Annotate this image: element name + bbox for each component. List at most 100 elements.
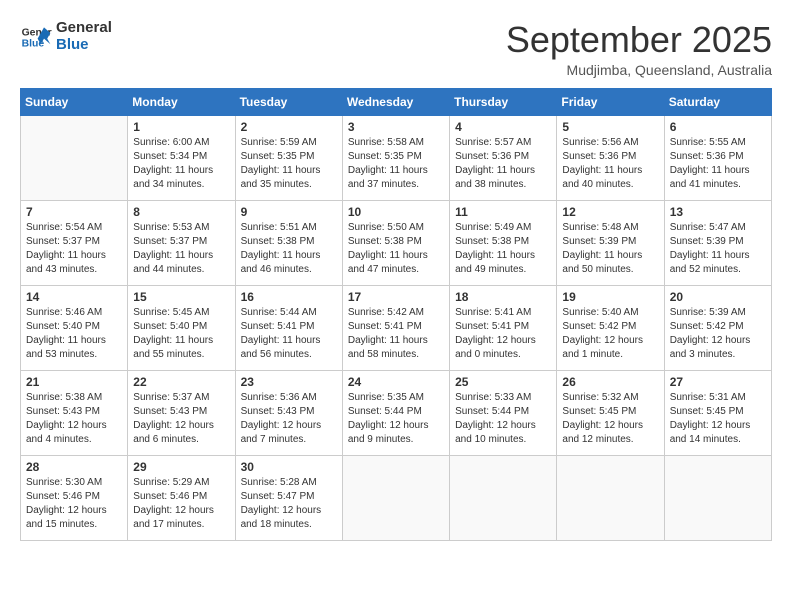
calendar-cell: 22 Sunrise: 5:37 AM Sunset: 5:43 PM Dayli… xyxy=(128,370,235,455)
day-info: Sunrise: 5:35 AM Sunset: 5:44 PM Dayligh… xyxy=(348,391,444,447)
day-info: Sunrise: 5:45 AM Sunset: 5:40 PM Dayligh… xyxy=(133,306,229,362)
day-number: 9 xyxy=(241,205,337,219)
day-number: 28 xyxy=(26,460,122,474)
day-header-thursday: Thursday xyxy=(450,88,557,115)
day-number: 17 xyxy=(348,290,444,304)
week-row-4: 21 Sunrise: 5:38 AM Sunset: 5:43 PM Dayli… xyxy=(21,370,772,455)
day-info: Sunrise: 5:53 AM Sunset: 5:37 PM Dayligh… xyxy=(133,221,229,277)
calendar-cell: 19 Sunrise: 5:40 AM Sunset: 5:42 PM Dayli… xyxy=(557,285,664,370)
day-number: 22 xyxy=(133,375,229,389)
calendar-cell: 8Sunrise: 5:53 AM Sunset: 5:37 PM Daylig… xyxy=(128,200,235,285)
week-row-3: 14 Sunrise: 5:46 AM Sunset: 5:40 PM Dayli… xyxy=(21,285,772,370)
calendar-cell: 5 Sunrise: 5:56 AM Sunset: 5:36 PM Daylig… xyxy=(557,115,664,200)
day-info: Sunrise: 5:58 AM Sunset: 5:35 PM Dayligh… xyxy=(348,136,444,192)
day-info: Sunrise: 5:54 AM Sunset: 5:37 PM Dayligh… xyxy=(26,221,122,277)
calendar-cell: 6Sunrise: 5:55 AM Sunset: 5:36 PM Daylig… xyxy=(664,115,771,200)
day-number: 1 xyxy=(133,120,229,134)
calendar-cell: 14 Sunrise: 5:46 AM Sunset: 5:40 PM Dayli… xyxy=(21,285,128,370)
day-info: Sunrise: 5:51 AM Sunset: 5:38 PM Dayligh… xyxy=(241,221,337,277)
calendar-cell: 1 Sunrise: 6:00 AM Sunset: 5:34 PM Daylig… xyxy=(128,115,235,200)
calendar-cell: 15 Sunrise: 5:45 AM Sunset: 5:40 PM Dayli… xyxy=(128,285,235,370)
month-title: September 2025 xyxy=(506,20,772,60)
calendar-cell xyxy=(21,115,128,200)
calendar-cell: 4 Sunrise: 5:57 AM Sunset: 5:36 PM Daylig… xyxy=(450,115,557,200)
day-number: 20 xyxy=(670,290,766,304)
day-info: Sunrise: 5:42 AM Sunset: 5:41 PM Dayligh… xyxy=(348,306,444,362)
calendar-cell xyxy=(664,455,771,540)
calendar-cell: 28 Sunrise: 5:30 AM Sunset: 5:46 PM Dayli… xyxy=(21,455,128,540)
logo: General Blue General Blue xyxy=(20,20,112,53)
day-header-wednesday: Wednesday xyxy=(342,88,449,115)
day-header-tuesday: Tuesday xyxy=(235,88,342,115)
page-header: General Blue General Blue September 2025… xyxy=(20,20,772,78)
calendar-cell: 27Sunrise: 5:31 AM Sunset: 5:45 PM Dayli… xyxy=(664,370,771,455)
title-block: September 2025 Mudjimba, Queensland, Aus… xyxy=(506,20,772,78)
day-info: Sunrise: 5:48 AM Sunset: 5:39 PM Dayligh… xyxy=(562,221,658,277)
day-number: 2 xyxy=(241,120,337,134)
day-number: 27 xyxy=(670,375,766,389)
day-number: 11 xyxy=(455,205,551,219)
day-info: Sunrise: 5:33 AM Sunset: 5:44 PM Dayligh… xyxy=(455,391,551,447)
calendar-header-row: SundayMondayTuesdayWednesdayThursdayFrid… xyxy=(21,88,772,115)
logo-line2: Blue xyxy=(56,37,112,54)
calendar-cell: 12 Sunrise: 5:48 AM Sunset: 5:39 PM Dayli… xyxy=(557,200,664,285)
day-info: Sunrise: 5:57 AM Sunset: 5:36 PM Dayligh… xyxy=(455,136,551,192)
day-info: Sunrise: 5:38 AM Sunset: 5:43 PM Dayligh… xyxy=(26,391,122,447)
calendar-cell: 25 Sunrise: 5:33 AM Sunset: 5:44 PM Dayli… xyxy=(450,370,557,455)
day-number: 5 xyxy=(562,120,658,134)
day-info: Sunrise: 5:47 AM Sunset: 5:39 PM Dayligh… xyxy=(670,221,766,277)
day-number: 4 xyxy=(455,120,551,134)
day-header-sunday: Sunday xyxy=(21,88,128,115)
day-number: 15 xyxy=(133,290,229,304)
day-info: Sunrise: 5:37 AM Sunset: 5:43 PM Dayligh… xyxy=(133,391,229,447)
calendar-cell: 24 Sunrise: 5:35 AM Sunset: 5:44 PM Dayli… xyxy=(342,370,449,455)
day-number: 23 xyxy=(241,375,337,389)
day-number: 6 xyxy=(670,120,766,134)
calendar-cell xyxy=(450,455,557,540)
day-info: Sunrise: 5:36 AM Sunset: 5:43 PM Dayligh… xyxy=(241,391,337,447)
day-info: Sunrise: 5:44 AM Sunset: 5:41 PM Dayligh… xyxy=(241,306,337,362)
day-info: Sunrise: 5:59 AM Sunset: 5:35 PM Dayligh… xyxy=(241,136,337,192)
week-row-1: 1 Sunrise: 6:00 AM Sunset: 5:34 PM Daylig… xyxy=(21,115,772,200)
calendar-cell: 26Sunrise: 5:32 AM Sunset: 5:45 PM Dayli… xyxy=(557,370,664,455)
day-number: 10 xyxy=(348,205,444,219)
calendar-cell: 3 Sunrise: 5:58 AM Sunset: 5:35 PM Daylig… xyxy=(342,115,449,200)
calendar-cell: 20 Sunrise: 5:39 AM Sunset: 5:42 PM Dayli… xyxy=(664,285,771,370)
day-info: Sunrise: 5:41 AM Sunset: 5:41 PM Dayligh… xyxy=(455,306,551,362)
logo-icon: General Blue xyxy=(20,21,52,53)
day-header-monday: Monday xyxy=(128,88,235,115)
calendar-cell: 2 Sunrise: 5:59 AM Sunset: 5:35 PM Daylig… xyxy=(235,115,342,200)
calendar-cell: 21 Sunrise: 5:38 AM Sunset: 5:43 PM Dayli… xyxy=(21,370,128,455)
day-info: Sunrise: 5:50 AM Sunset: 5:38 PM Dayligh… xyxy=(348,221,444,277)
day-number: 12 xyxy=(562,205,658,219)
logo-line1: General xyxy=(56,20,112,37)
calendar-cell: 30Sunrise: 5:28 AM Sunset: 5:47 PM Dayli… xyxy=(235,455,342,540)
day-info: Sunrise: 5:56 AM Sunset: 5:36 PM Dayligh… xyxy=(562,136,658,192)
day-number: 24 xyxy=(348,375,444,389)
day-header-saturday: Saturday xyxy=(664,88,771,115)
calendar-cell: 10 Sunrise: 5:50 AM Sunset: 5:38 PM Dayli… xyxy=(342,200,449,285)
day-number: 3 xyxy=(348,120,444,134)
calendar-cell: 23 Sunrise: 5:36 AM Sunset: 5:43 PM Dayli… xyxy=(235,370,342,455)
day-number: 14 xyxy=(26,290,122,304)
day-info: Sunrise: 5:40 AM Sunset: 5:42 PM Dayligh… xyxy=(562,306,658,362)
calendar-cell: 16 Sunrise: 5:44 AM Sunset: 5:41 PM Dayli… xyxy=(235,285,342,370)
day-info: Sunrise: 5:32 AM Sunset: 5:45 PM Dayligh… xyxy=(562,391,658,447)
day-number: 25 xyxy=(455,375,551,389)
day-number: 29 xyxy=(133,460,229,474)
day-info: Sunrise: 5:46 AM Sunset: 5:40 PM Dayligh… xyxy=(26,306,122,362)
day-info: Sunrise: 5:30 AM Sunset: 5:46 PM Dayligh… xyxy=(26,476,122,532)
calendar-cell: 17 Sunrise: 5:42 AM Sunset: 5:41 PM Dayli… xyxy=(342,285,449,370)
week-row-5: 28 Sunrise: 5:30 AM Sunset: 5:46 PM Dayli… xyxy=(21,455,772,540)
day-number: 19 xyxy=(562,290,658,304)
calendar-table: SundayMondayTuesdayWednesdayThursdayFrid… xyxy=(20,88,772,541)
day-info: Sunrise: 5:39 AM Sunset: 5:42 PM Dayligh… xyxy=(670,306,766,362)
day-number: 7 xyxy=(26,205,122,219)
week-row-2: 7 Sunrise: 5:54 AM Sunset: 5:37 PM Daylig… xyxy=(21,200,772,285)
day-header-friday: Friday xyxy=(557,88,664,115)
day-info: Sunrise: 6:00 AM Sunset: 5:34 PM Dayligh… xyxy=(133,136,229,192)
day-number: 16 xyxy=(241,290,337,304)
calendar-cell: 11 Sunrise: 5:49 AM Sunset: 5:38 PM Dayli… xyxy=(450,200,557,285)
day-info: Sunrise: 5:49 AM Sunset: 5:38 PM Dayligh… xyxy=(455,221,551,277)
day-number: 21 xyxy=(26,375,122,389)
